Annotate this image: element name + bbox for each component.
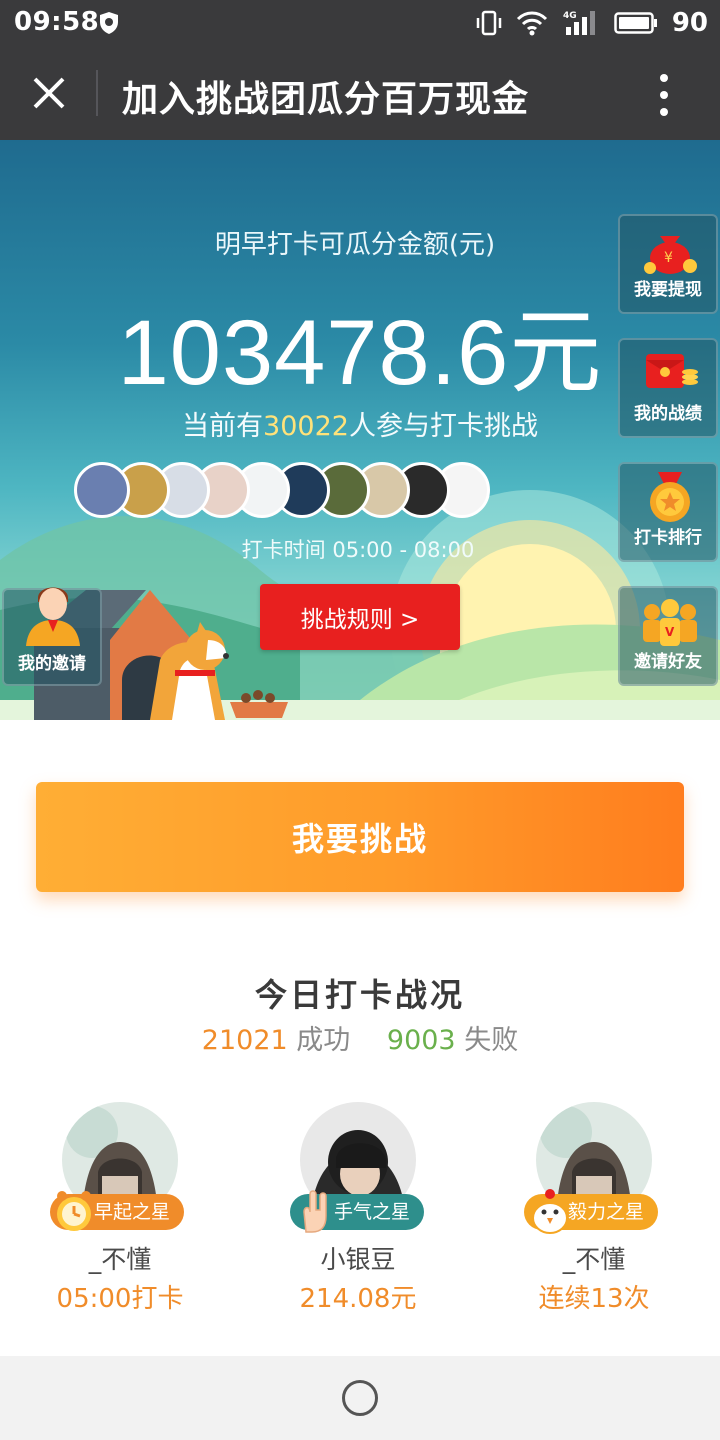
vibrate-icon xyxy=(476,10,502,36)
participants-prefix: 当前有 xyxy=(182,411,264,442)
title-divider xyxy=(96,70,98,116)
star-badge-label: 手气之星 xyxy=(334,1201,411,1223)
withdraw-label: 我要提现 xyxy=(634,280,702,300)
svg-text:V: V xyxy=(665,625,675,639)
star-name: _不懂 xyxy=(562,1245,626,1274)
home-button[interactable] xyxy=(342,1380,378,1416)
ranking-label: 打卡排行 xyxy=(634,528,702,548)
title-bar: 加入挑战团瓜分百万现金 xyxy=(0,46,720,140)
chick-icon xyxy=(532,1189,568,1234)
ranking-button[interactable]: 打卡排行 xyxy=(618,462,718,562)
prize-amount: 103478.6元 xyxy=(117,302,603,404)
today-stats-title: 今日打卡战况 xyxy=(254,976,465,1014)
fail-count: 9003 xyxy=(386,1025,456,1056)
star-value: 连续13次 xyxy=(538,1284,650,1314)
person-icon xyxy=(26,587,80,646)
my-invites-button[interactable]: 我的邀请 xyxy=(2,587,102,686)
my-invites-label: 我的邀请 xyxy=(18,654,86,674)
more-dot-icon xyxy=(660,74,668,82)
star-badge: 早起之星 xyxy=(50,1191,185,1231)
early-bird-star-card[interactable]: 早起之星 _不懂 05:00打卡 xyxy=(20,1100,220,1320)
svg-text:¥: ¥ xyxy=(664,250,673,266)
medal-icon xyxy=(650,472,690,522)
more-menu-button[interactable] xyxy=(644,70,684,120)
participant-avatars xyxy=(74,462,490,518)
hand-icon xyxy=(303,1190,327,1233)
wifi-icon xyxy=(516,11,547,36)
close-icon xyxy=(33,77,65,109)
more-dot-icon xyxy=(660,108,668,116)
red-envelope-icon xyxy=(646,354,698,388)
star-badge-label: 早起之星 xyxy=(94,1201,171,1223)
navigation-bar xyxy=(0,1356,720,1440)
withdraw-button[interactable]: ¥ 我要提现 xyxy=(618,214,718,314)
group-icon: V xyxy=(643,599,697,646)
lucky-star-card[interactable]: 手气之星 小银豆 214.08元 xyxy=(258,1100,458,1320)
status-bar: 09:58 4G 90 xyxy=(0,0,720,46)
participant-avatar xyxy=(74,462,130,518)
network-type-label: 4G xyxy=(563,11,577,21)
star-value: 214.08元 xyxy=(299,1284,417,1314)
join-challenge-button[interactable]: 我要挑战 xyxy=(36,782,684,892)
star-value: 05:00打卡 xyxy=(56,1284,184,1314)
signal-icon: 4G xyxy=(563,11,595,35)
hero-banner: 明早打卡可瓜分金额(元) 103478.6元 当前有30022人参与打卡挑战 打… xyxy=(0,140,720,720)
invite-friends-label: 邀请好友 xyxy=(634,652,702,672)
close-button[interactable] xyxy=(24,68,74,118)
participants-text: 当前有30022人参与打卡挑战 xyxy=(0,404,720,443)
fail-label: 失败 xyxy=(464,1025,519,1056)
today-stats: 21021 成功 9003 失败 xyxy=(0,1018,720,1057)
success-count: 21021 xyxy=(201,1025,288,1056)
page-title: 加入挑战团瓜分百万现金 xyxy=(122,79,530,120)
invite-friends-button[interactable]: V 邀请好友 xyxy=(618,586,718,686)
star-badge: 毅力之星 xyxy=(524,1189,659,1234)
battery-percent: 90 xyxy=(671,8,708,38)
stars-row: 早起之星 _不懂 05:00打卡 手气之星 小银豆 214.08元 毅力之星 _… xyxy=(0,1100,720,1320)
star-badge-label: 毅力之星 xyxy=(568,1201,645,1223)
my-record-button[interactable]: 我的战绩 xyxy=(618,338,718,438)
status-time: 09:58 xyxy=(14,7,100,37)
money-bag-icon: ¥ xyxy=(644,236,697,274)
my-record-label: 我的战绩 xyxy=(634,404,702,424)
hero-subtitle: 明早打卡可瓜分金额(元) xyxy=(214,230,496,260)
checkin-time: 打卡时间 05:00 - 08:00 xyxy=(241,538,475,562)
success-label: 成功 xyxy=(296,1025,351,1056)
shield-icon xyxy=(100,12,118,34)
alarm-clock-icon xyxy=(57,1191,91,1231)
more-dot-icon xyxy=(660,91,668,99)
star-name: _不懂 xyxy=(88,1245,152,1274)
star-badge: 手气之星 xyxy=(290,1190,425,1233)
participants-suffix: 人参与打卡挑战 xyxy=(348,411,538,442)
battery-icon xyxy=(614,12,657,34)
star-name: 小银豆 xyxy=(320,1245,396,1274)
rules-button[interactable]: 挑战规则 > xyxy=(260,584,460,650)
participants-count: 30022 xyxy=(263,411,349,442)
perseverance-star-card[interactable]: 毅力之星 _不懂 连续13次 xyxy=(494,1100,694,1320)
status-icons: 4G 90 xyxy=(476,6,708,40)
